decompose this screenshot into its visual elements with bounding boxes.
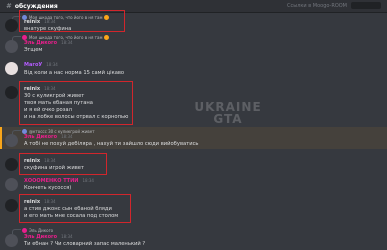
avatar[interactable]	[5, 158, 18, 171]
username[interactable]: ХОООМЕНКО ТТИИ 18:34	[24, 178, 94, 184]
message: ХОООМЕНКО ТТИИ 18:34 Кончеть кусосся)	[0, 177, 387, 195]
reply-preview[interactable]: Эль Дикого	[22, 226, 53, 234]
reply-text: @ктоссс 30 с куликгрой живет	[29, 128, 95, 134]
username[interactable]: reinix 18:34	[24, 199, 56, 205]
avatar[interactable]	[5, 86, 18, 99]
reply-avatar	[22, 34, 27, 40]
timestamp: 18:34	[44, 19, 56, 24]
emoji-icon	[104, 14, 110, 20]
emoji-icon	[104, 34, 110, 40]
reply-text: Моя шкода того, что його в ня там	[29, 34, 103, 40]
timestamp: 18:34	[44, 158, 56, 163]
message: МагоУ 18:34 Від коли а нас норма 15 самй …	[0, 60, 387, 80]
search-input[interactable]	[351, 2, 381, 9]
reply-avatar	[22, 227, 27, 233]
timestamp: 18:34	[61, 234, 73, 239]
username[interactable]: Эль Дикого 18:34	[24, 40, 73, 46]
avatar[interactable]	[5, 234, 18, 247]
message-text: А тобі не похуй дебіляра , нахуй ти зайш…	[24, 141, 199, 147]
username[interactable]: Эль Дикого 18:34	[24, 134, 73, 140]
avatar[interactable]	[5, 40, 18, 53]
header-right-text[interactable]: Ссылки в Moogo-ROOM	[287, 3, 347, 9]
username[interactable]: МагоУ 18:34	[24, 62, 58, 68]
message-text: Ти ебнан ? Чи словарний запас маленький …	[24, 241, 146, 247]
message: Моя шкода того, что його в ня там Эль Ди…	[0, 33, 387, 57]
avatar[interactable]	[5, 199, 18, 212]
avatar[interactable]	[5, 62, 18, 75]
message: Моя шкода того, что його в ня там reinix…	[0, 13, 387, 32]
watermark-logo: UKRAINE GTA	[188, 100, 268, 160]
timestamp: 18:34	[61, 40, 73, 45]
timestamp: 18:34	[44, 199, 56, 204]
message: reinix 18:34 а стив джонс сын ебаной бляд…	[0, 197, 387, 221]
username[interactable]: reinix 18:34	[24, 158, 56, 164]
message: Эль Дикого Эль Дикого 18:34 Ти ебнан ? Чи…	[0, 226, 387, 250]
username[interactable]: reinix 18:34	[24, 19, 56, 25]
reply-avatar	[22, 128, 27, 134]
message-text: и я ей очко розал	[24, 107, 72, 113]
message-text: 30 с куликгрой живет	[24, 93, 85, 99]
message-text: и его мать мне сосала под столом	[24, 213, 119, 219]
message-text: Кончеть кусосся)	[24, 185, 72, 191]
reply-spine	[12, 229, 21, 234]
timestamp: 18:34	[44, 86, 56, 91]
username[interactable]: Эль Дикого 18:34	[24, 234, 73, 240]
message-text: Від коли а нас норма 15 самй цікаво	[24, 70, 125, 76]
timestamp: 18:34	[82, 178, 94, 183]
channel-header: # обсуждения Ссылки в Moogo-ROOM	[0, 0, 387, 13]
message-text: скуфина игрой живет	[24, 165, 84, 171]
timestamp: 18:34	[61, 134, 73, 139]
avatar[interactable]	[5, 178, 18, 191]
message-text: а стив джонс сын ебаной бляди	[24, 206, 112, 212]
avatar[interactable]	[5, 134, 18, 147]
message-text: и на лобке волосы отрвал с корнопью	[24, 114, 129, 120]
channel-hash-icon: #	[6, 2, 12, 10]
timestamp: 18:34	[46, 62, 58, 67]
message-text: Эгщем	[24, 47, 43, 53]
reply-text: Эль Дикого	[29, 227, 54, 233]
avatar[interactable]	[5, 19, 18, 32]
watermark-line-2: GTA	[213, 112, 243, 126]
channel-name[interactable]: обсуждения	[15, 3, 58, 10]
message-text: внатуре скуфина	[24, 26, 72, 32]
username[interactable]: reinix 18:34	[24, 86, 56, 92]
message-text: твоя мать ебаная путана	[24, 100, 93, 106]
